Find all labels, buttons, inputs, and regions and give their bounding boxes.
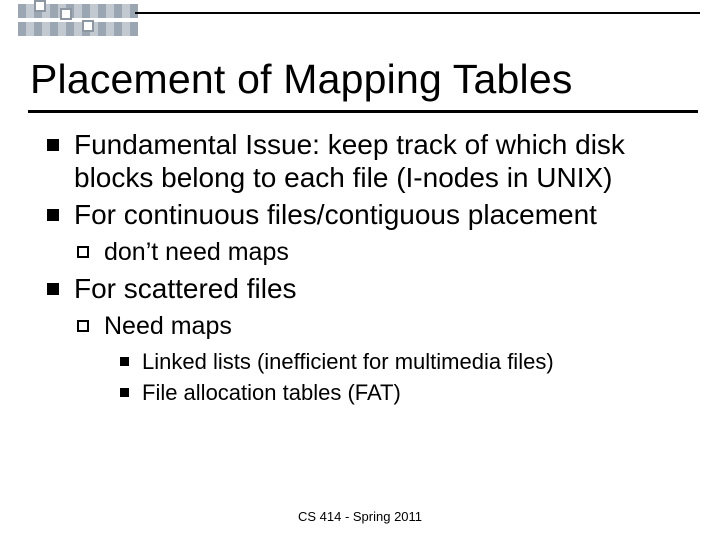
bullet-level1: Fundamental Issue: keep track of which d… bbox=[44, 128, 690, 194]
bullet-level3: Linked lists (inefficient for multimedia… bbox=[118, 347, 690, 377]
bullet-level3: File allocation tables (FAT) bbox=[118, 378, 690, 408]
bullet-level2: don’t need maps bbox=[74, 237, 690, 268]
slide-title: Placement of Mapping Tables bbox=[30, 56, 690, 103]
bullet-level1: For continuous files/contiguous placemen… bbox=[44, 198, 690, 268]
title-underline bbox=[28, 110, 698, 113]
bullet-level2: Need maps Linked lists (inefficient for … bbox=[74, 311, 690, 408]
slide-footer: CS 414 - Spring 2011 bbox=[0, 509, 720, 524]
bullet-level1: For scattered files Need maps Linked lis… bbox=[44, 272, 690, 408]
header-thin-rule bbox=[135, 12, 700, 14]
header-decoration bbox=[18, 2, 138, 42]
bullet-text: Need maps bbox=[104, 312, 232, 340]
bullet-text: For continuous files/contiguous placemen… bbox=[74, 199, 597, 230]
slide: Placement of Mapping Tables Fundamental … bbox=[0, 0, 720, 540]
slide-body: Fundamental Issue: keep track of which d… bbox=[44, 128, 690, 412]
bullet-text: For scattered files bbox=[74, 273, 297, 304]
